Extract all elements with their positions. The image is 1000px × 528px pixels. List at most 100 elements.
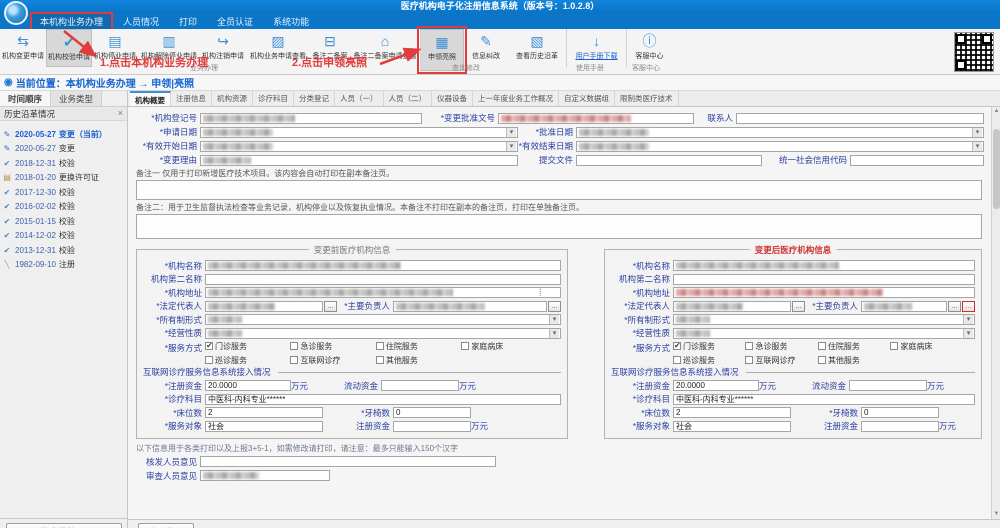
checkbox-icon[interactable]: [205, 356, 213, 364]
org-address-input[interactable]: [205, 287, 561, 298]
main-tab[interactable]: 人员（二）: [384, 91, 433, 106]
checkbox-icon[interactable]: [818, 342, 826, 350]
history-tree-item[interactable]: ✔2013-12-31校验: [2, 243, 125, 258]
main-tab[interactable]: 分类登记: [294, 91, 335, 106]
personnel-list-button[interactable]: 人员名录: [138, 523, 194, 528]
reg-no-input[interactable]: [200, 113, 422, 124]
browse-button[interactable]: …: [548, 301, 561, 312]
org-address-input[interactable]: [673, 287, 975, 298]
ownership-combo[interactable]: [673, 314, 975, 325]
checkbox-icon[interactable]: [673, 342, 681, 350]
menu-item[interactable]: 打印: [171, 14, 205, 29]
working-capital-input[interactable]: [849, 380, 927, 391]
principal-input[interactable]: [861, 301, 947, 312]
browse-button[interactable]: …: [324, 301, 337, 312]
checkbox-icon[interactable]: [745, 342, 753, 350]
scrollbar-thumb[interactable]: [993, 129, 1000, 209]
toolbar-item[interactable]: ⓘ客服中心: [626, 29, 672, 67]
note1-textarea[interactable]: [136, 180, 982, 200]
menu-item[interactable]: 本机构业务办理: [32, 14, 111, 29]
toolbar-item[interactable]: ✎信息纠改: [464, 29, 508, 67]
operation-nature-combo[interactable]: [205, 328, 561, 339]
checkbox-icon[interactable]: [461, 342, 469, 350]
column-splitter[interactable]: ⁞⁞: [539, 289, 544, 349]
history-tree-item[interactable]: ✎2020-05-27变更: [2, 142, 125, 157]
legal-rep-input[interactable]: [673, 301, 791, 312]
history-tree-item[interactable]: ✔2018-12-31校验: [2, 156, 125, 171]
org-second-name-input[interactable]: [673, 274, 975, 285]
select-red-button[interactable]: …: [962, 301, 975, 312]
service-option[interactable]: 巡诊服务: [673, 355, 745, 366]
beds-input[interactable]: 2: [205, 407, 323, 418]
service-option[interactable]: 其他服务: [818, 355, 890, 366]
history-tree-item[interactable]: ╲1982-09-10注册: [2, 258, 125, 273]
history-tree-item[interactable]: ✔2015-01-15校验: [2, 214, 125, 229]
service-option[interactable]: 巡诊服务: [205, 355, 290, 366]
service-option[interactable]: 急诊服务: [290, 341, 375, 352]
checkbox-icon[interactable]: [890, 342, 898, 350]
vertical-scrollbar[interactable]: ▲ ▼: [991, 107, 1000, 519]
checkbox-icon[interactable]: [205, 342, 213, 350]
service-option[interactable]: 家庭病床: [890, 341, 962, 352]
org-name-input[interactable]: [673, 260, 975, 271]
issue-opinion-input[interactable]: [200, 456, 496, 467]
menu-item[interactable]: 人员情况: [115, 14, 167, 29]
scroll-down-icon[interactable]: ▼: [992, 510, 1000, 519]
ownership-combo[interactable]: [205, 314, 561, 325]
service-option[interactable]: 家庭病床: [461, 341, 546, 352]
history-tree-item[interactable]: ✔2014-12-02校验: [2, 229, 125, 244]
main-tab[interactable]: 自定义数据组: [559, 91, 615, 106]
valid-end-combo[interactable]: [576, 141, 984, 152]
scroll-up-icon[interactable]: ▲: [992, 107, 1000, 116]
toolbar-item[interactable]: ▧查看历史沿革: [508, 29, 566, 67]
report-approve-button[interactable]: 信息报批(2): [6, 523, 122, 528]
checkbox-icon[interactable]: [290, 342, 298, 350]
service-option[interactable]: 门诊服务: [673, 341, 745, 352]
approve-date-combo[interactable]: [576, 127, 984, 138]
principal-input[interactable]: [393, 301, 547, 312]
checkbox-icon[interactable]: [290, 356, 298, 364]
checkbox-icon[interactable]: [376, 342, 384, 350]
main-tab[interactable]: 注册信息: [171, 91, 212, 106]
checkbox-icon[interactable]: [673, 356, 681, 364]
browse-button[interactable]: …: [792, 301, 805, 312]
sidebar-tab[interactable]: 业务类型: [51, 91, 102, 106]
main-tab[interactable]: 机构概要: [130, 91, 171, 106]
submit-file-input[interactable]: [576, 155, 762, 166]
working-capital-input[interactable]: [381, 380, 459, 391]
org-second-name-input[interactable]: [205, 274, 561, 285]
history-tree-item[interactable]: ▤2018-01-20更换许可证: [2, 171, 125, 186]
reg-capital2-input[interactable]: [393, 421, 471, 432]
apply-date-combo[interactable]: [200, 127, 518, 138]
close-icon[interactable]: ×: [118, 108, 123, 119]
main-tab[interactable]: 上一年度业务工作概况: [473, 91, 559, 106]
note2-textarea[interactable]: [136, 214, 982, 239]
service-target-input[interactable]: 社会: [673, 421, 791, 432]
history-tree-item[interactable]: ✔2016-02-02校验: [2, 200, 125, 215]
service-option[interactable]: 互联网诊疗: [290, 355, 375, 366]
service-option[interactable]: 其他服务: [376, 355, 461, 366]
service-option[interactable]: 住院服务: [376, 341, 461, 352]
service-option[interactable]: 互联网诊疗: [745, 355, 817, 366]
review-opinion-input[interactable]: [200, 470, 330, 481]
main-tab[interactable]: 仪器设备: [432, 91, 473, 106]
legal-rep-input[interactable]: [205, 301, 323, 312]
checkbox-icon[interactable]: [818, 356, 826, 364]
main-tab[interactable]: 诊疗科目: [253, 91, 294, 106]
reg-capital-input[interactable]: 20.0000: [673, 380, 759, 391]
change-reason-input[interactable]: [200, 155, 518, 166]
dental-chairs-input[interactable]: 0: [393, 407, 471, 418]
menu-item[interactable]: 系统功能: [265, 14, 317, 29]
reg-capital-input[interactable]: 20.0000: [205, 380, 291, 391]
credit-code-input[interactable]: [850, 155, 984, 166]
toolbar-item[interactable]: ⇆机构变更申请: [0, 29, 46, 67]
main-tab[interactable]: 机构资源: [212, 91, 253, 106]
history-tree-item[interactable]: ✎2020-05-27变更（当前）: [2, 127, 125, 142]
beds-input[interactable]: 2: [673, 407, 791, 418]
browse-button[interactable]: …: [948, 301, 961, 312]
menu-item[interactable]: 全员认证: [209, 14, 261, 29]
service-target-input[interactable]: 社会: [205, 421, 323, 432]
sidebar-tab[interactable]: 时间顺序: [0, 91, 51, 106]
org-name-input[interactable]: [205, 260, 561, 271]
valid-start-combo[interactable]: [200, 141, 518, 152]
